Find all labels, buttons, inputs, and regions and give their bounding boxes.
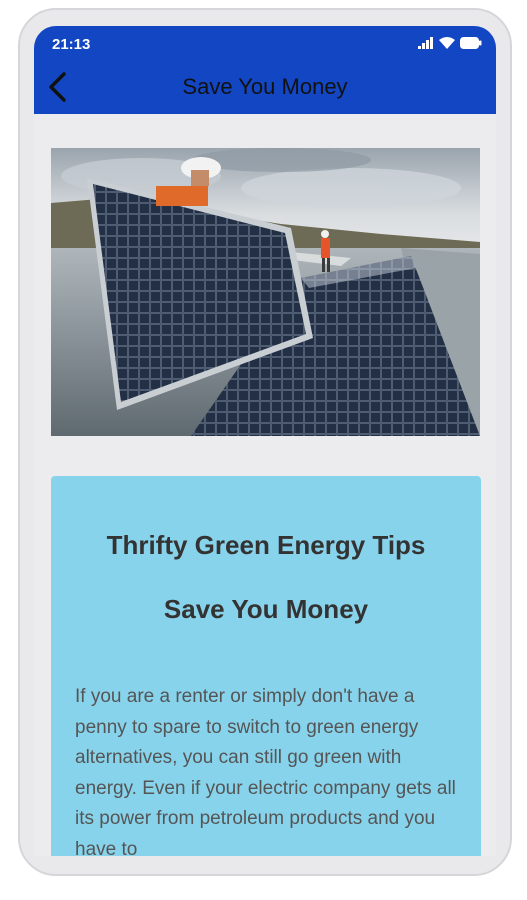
app-bar: Save You Money bbox=[34, 60, 496, 114]
article-heading: Thrifty Green Energy Tips bbox=[106, 530, 426, 560]
status-time: 21:13 bbox=[52, 36, 91, 53]
article-subheading: Save You Money bbox=[163, 594, 369, 624]
status-icons bbox=[418, 37, 482, 49]
page-title: Save You Money bbox=[182, 74, 348, 99]
app-screen: 21:13 Save You Money Thrifty Green Energ… bbox=[34, 26, 496, 856]
signal-icon bbox=[418, 37, 433, 49]
solar-panel-photo bbox=[51, 148, 480, 436]
wifi-icon bbox=[439, 37, 455, 49]
article-card: Thrifty Green Energy Tips Save You Money… bbox=[51, 476, 481, 856]
status-bar: 21:13 bbox=[34, 26, 496, 60]
battery-icon bbox=[460, 37, 482, 49]
article-body: If you are a renter or simply don't have… bbox=[75, 686, 456, 856]
